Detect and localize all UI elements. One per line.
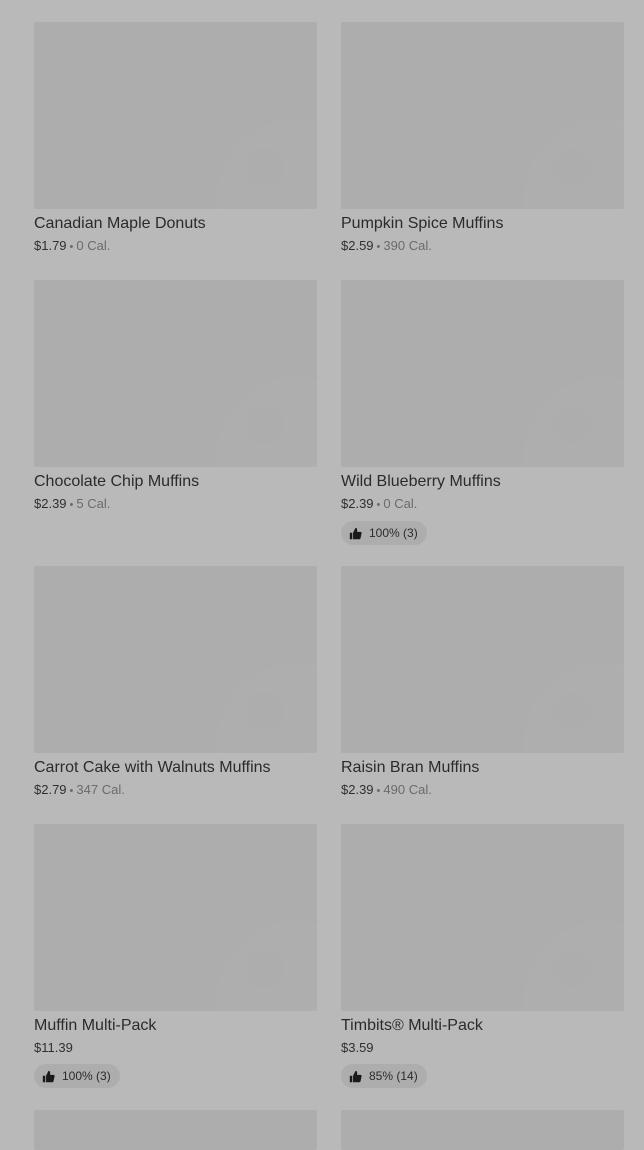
- menu-item-card[interactable]: Muffin Multi-Pack $11.39 100% (3): [34, 824, 317, 1088]
- item-price: $1.79: [34, 238, 67, 253]
- item-calories: 0 Cal.: [383, 496, 418, 511]
- separator-dot: •: [69, 499, 74, 511]
- item-price: $2.59: [341, 238, 374, 253]
- item-calories: 347 Cal.: [76, 782, 125, 797]
- item-calories: 490 Cal.: [383, 782, 432, 797]
- item-price: $3.59: [341, 1040, 374, 1055]
- item-price: $2.39: [341, 496, 374, 511]
- item-meta: $2.79 • 347 Cal.: [34, 781, 317, 800]
- item-meta: $1.79 • 0 Cal.: [34, 237, 317, 256]
- separator-dot: •: [376, 499, 381, 511]
- item-image[interactable]: [34, 22, 317, 209]
- rating-text: 85% (14): [369, 1069, 418, 1083]
- rating-badge: 100% (3): [34, 1064, 120, 1088]
- item-price: $2.39: [341, 782, 374, 797]
- separator-dot: •: [69, 785, 74, 797]
- item-meta: $2.59 • 390 Cal.: [341, 237, 624, 256]
- rating-text: 100% (3): [369, 526, 418, 540]
- menu-item-card[interactable]: Chocolate Chip Muffins $2.39 • 5 Cal.: [34, 280, 317, 514]
- item-meta: $3.59: [341, 1039, 624, 1057]
- item-image[interactable]: [34, 566, 317, 753]
- separator-dot: •: [376, 785, 381, 797]
- rating-badge: 100% (3): [341, 521, 427, 545]
- item-name: Timbits® Multi-Pack: [341, 1017, 483, 1034]
- thumbs-up-icon: [349, 1070, 362, 1082]
- thumbs-up-icon: [349, 527, 362, 539]
- item-image[interactable]: [341, 824, 624, 1011]
- item-name: Muffin Multi-Pack: [34, 1017, 157, 1034]
- rating-badge: 85% (14): [341, 1064, 427, 1088]
- separator-dot: •: [69, 241, 74, 253]
- item-image[interactable]: [341, 566, 624, 753]
- item-image[interactable]: [34, 824, 317, 1011]
- item-name: Pumpkin Spice Muffins: [341, 215, 504, 232]
- item-name: Chocolate Chip Muffins: [34, 473, 200, 490]
- menu-item-card[interactable]: Wild Blueberry Muffins $2.39 • 0 Cal. 100%…: [341, 280, 624, 545]
- item-meta: $11.39: [34, 1039, 317, 1057]
- item-calories: 0 Cal.: [76, 238, 111, 253]
- separator-dot: •: [376, 241, 381, 253]
- item-image[interactable]: [34, 280, 317, 467]
- item-meta: $2.39 • 490 Cal.: [341, 781, 624, 800]
- menu-item-card[interactable]: Raisin Bran Muffins $2.39 • 490 Cal.: [341, 566, 624, 800]
- item-meta: $2.39 • 5 Cal.: [34, 495, 317, 514]
- item-price: $11.39: [34, 1040, 73, 1055]
- item-name: Wild Blueberry Muffins: [341, 473, 501, 490]
- item-name: Canadian Maple Donuts: [34, 215, 206, 232]
- item-price: $2.39: [34, 496, 67, 511]
- menu-item-card[interactable]: Canadian Maple Donuts $1.79 • 0 Cal.: [34, 22, 317, 256]
- item-image[interactable]: [341, 280, 624, 467]
- item-image[interactable]: [341, 22, 624, 209]
- item-image[interactable]: [341, 1110, 624, 1150]
- item-meta: $2.39 • 0 Cal.: [341, 495, 624, 514]
- item-price: $2.79: [34, 782, 67, 797]
- item-calories: 390 Cal.: [383, 238, 432, 253]
- item-name: Carrot Cake with Walnuts Muffins: [34, 759, 271, 776]
- rating-text: 100% (3): [62, 1069, 111, 1083]
- menu-item-card[interactable]: Pumpkin Spice Muffins $2.59 • 390 Cal.: [341, 22, 624, 256]
- thumbs-up-icon: [42, 1070, 55, 1082]
- item-image[interactable]: [34, 1110, 317, 1150]
- menu-item-card[interactable]: Timbits® Multi-Pack $3.59 85% (14): [341, 824, 624, 1088]
- menu-item-card[interactable]: Carrot Cake with Walnuts Muffins $2.79 • 3…: [34, 566, 317, 800]
- item-name: Raisin Bran Muffins: [341, 759, 480, 776]
- item-calories: 5 Cal.: [76, 496, 111, 511]
